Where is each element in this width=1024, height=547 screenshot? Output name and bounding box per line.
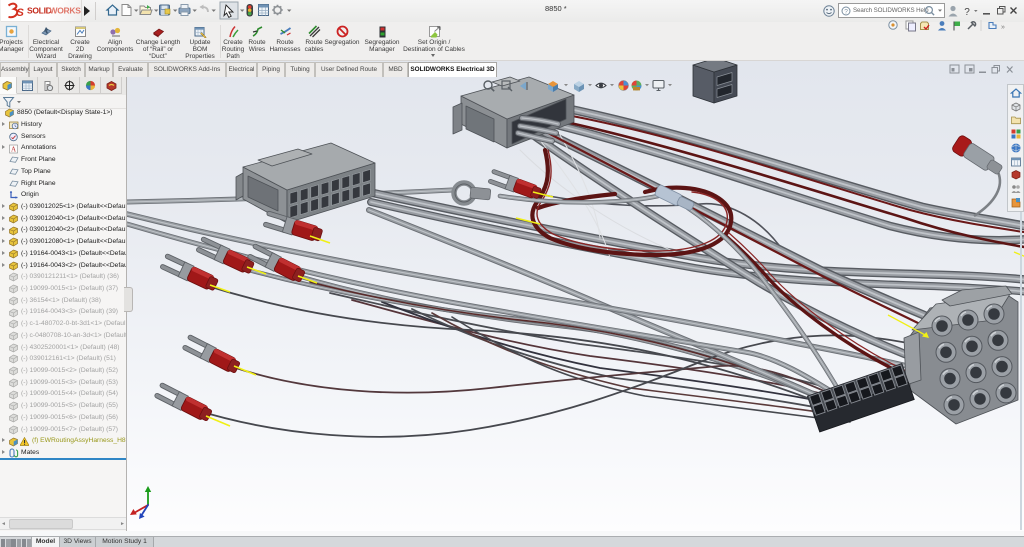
- svg-text:SOLID: SOLID: [27, 6, 52, 16]
- svg-text:S: S: [17, 7, 25, 19]
- svg-text:WORKS: WORKS: [50, 6, 82, 16]
- svg-text:»: »: [1001, 24, 1005, 31]
- svg-text:?: ?: [844, 8, 848, 15]
- svg-text:A: A: [11, 145, 16, 153]
- svg-text:?: ?: [964, 7, 970, 18]
